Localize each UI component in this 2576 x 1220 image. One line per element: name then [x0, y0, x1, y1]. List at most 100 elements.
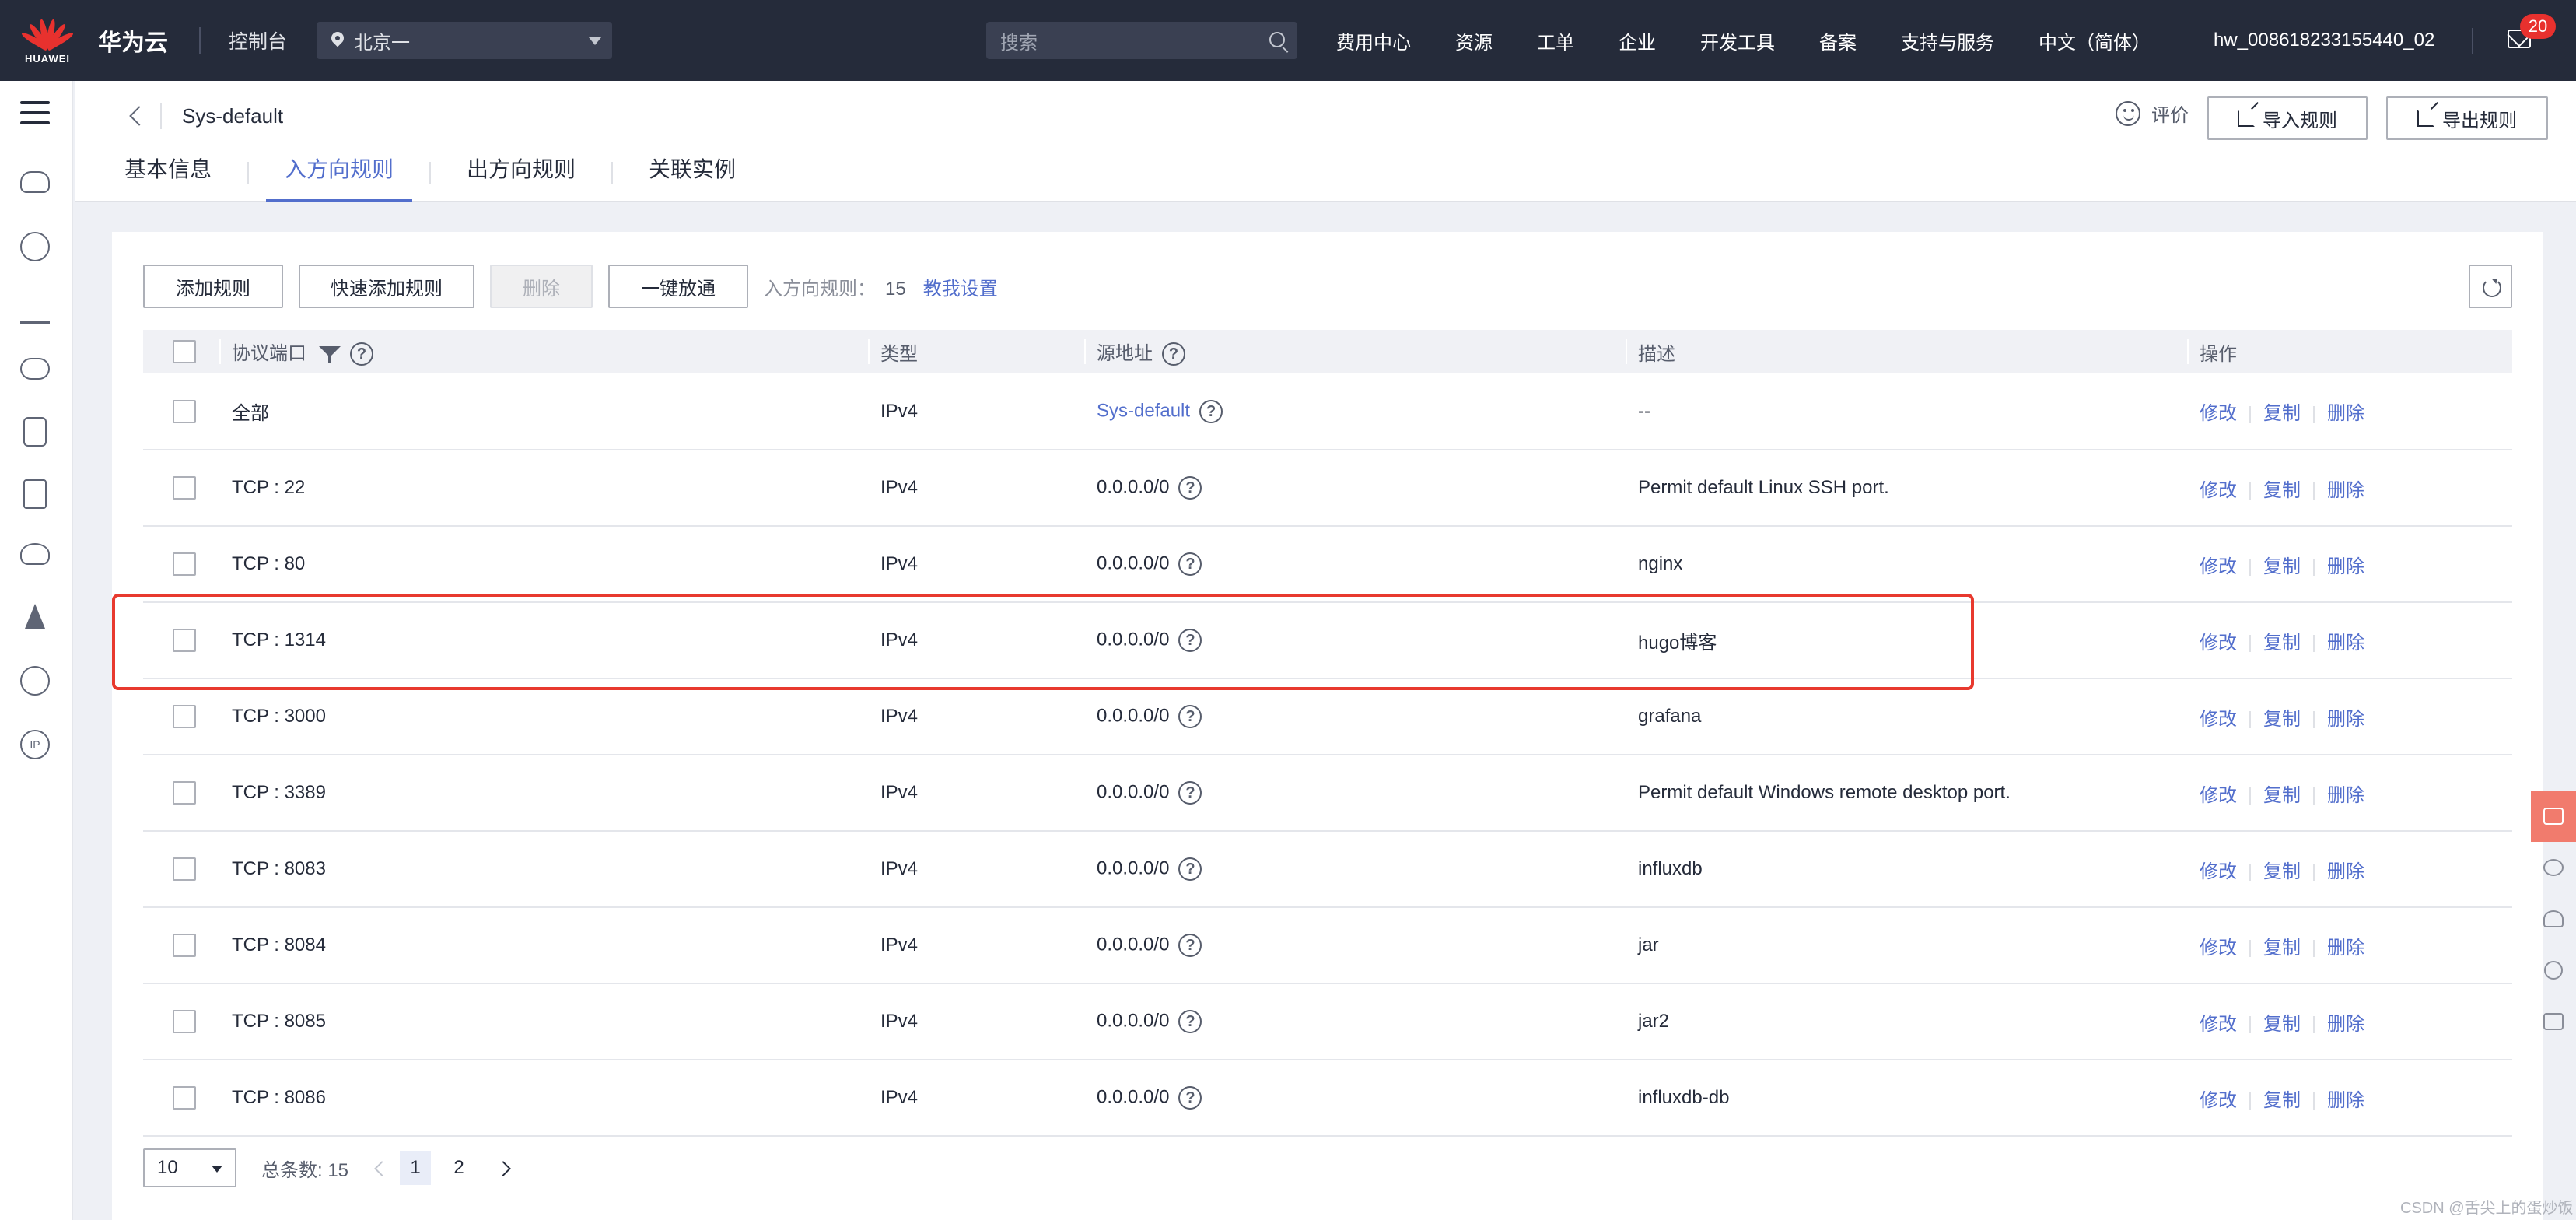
refresh-icon[interactable]	[2469, 265, 2512, 308]
help-icon[interactable]: ?	[1162, 342, 1185, 366]
user-account[interactable]: hw_008618233155440_02	[2214, 30, 2434, 51]
modify-link[interactable]: 修改	[2200, 938, 2237, 959]
delete-link[interactable]: 删除	[2327, 1014, 2364, 1035]
cloud-server-icon[interactable]	[20, 171, 50, 193]
database-icon[interactable]	[20, 358, 50, 380]
allow-all-button[interactable]: 一键放通	[608, 265, 748, 308]
copy-link[interactable]: 复制	[2263, 480, 2301, 501]
console-link[interactable]: 控制台	[229, 26, 287, 54]
delete-link[interactable]: 删除	[2327, 480, 2364, 501]
copy-link[interactable]: 复制	[2263, 1090, 2301, 1111]
tab-inbound-rules[interactable]: 入方向规则	[266, 159, 413, 202]
row-checkbox[interactable]	[173, 399, 196, 423]
cluster-icon[interactable]	[20, 232, 50, 261]
help-icon[interactable]: ?	[350, 342, 373, 366]
page-1[interactable]: 1	[400, 1151, 432, 1185]
modify-link[interactable]: 修改	[2200, 480, 2237, 501]
modify-link[interactable]: 修改	[2200, 403, 2237, 424]
cloud-monitor-icon[interactable]	[20, 543, 50, 565]
delete-link[interactable]: 删除	[2327, 861, 2364, 882]
row-checkbox[interactable]	[173, 857, 196, 881]
storage-icon[interactable]	[23, 417, 47, 447]
search-icon[interactable]	[1269, 32, 1285, 47]
feedback-tool[interactable]	[2531, 996, 2576, 1047]
deploy-icon[interactable]	[20, 602, 50, 632]
modify-link[interactable]: 修改	[2200, 1014, 2237, 1035]
region-selector[interactable]: 北京一	[317, 22, 613, 59]
help-setup-link[interactable]: 教我设置	[923, 273, 998, 300]
row-checkbox[interactable]	[173, 552, 196, 576]
rate-feedback[interactable]: 评价	[2116, 100, 2189, 127]
tab-associated-instances[interactable]: 关联实例	[630, 159, 754, 202]
menu-icon[interactable]	[20, 101, 50, 124]
next-page-icon[interactable]	[498, 1160, 513, 1176]
nav-billing[interactable]: 费用中心	[1336, 27, 1411, 54]
modify-link[interactable]: 修改	[2200, 633, 2237, 654]
nav-enterprise[interactable]: 企业	[1619, 27, 1656, 54]
modify-link[interactable]: 修改	[2200, 556, 2237, 577]
add-rule-button[interactable]: 添加规则	[143, 265, 283, 308]
help-icon[interactable]: ?	[1178, 1086, 1202, 1110]
delete-link[interactable]: 删除	[2327, 938, 2364, 959]
nav-support[interactable]: 支持与服务	[1901, 27, 1994, 54]
delete-button[interactable]: 删除	[490, 265, 593, 308]
row-checkbox[interactable]	[173, 629, 196, 652]
row-checkbox[interactable]	[173, 781, 196, 805]
filter-icon[interactable]	[319, 343, 341, 365]
copy-link[interactable]: 复制	[2263, 403, 2301, 424]
quick-add-rule-button[interactable]: 快速添加规则	[299, 265, 474, 308]
delete-link[interactable]: 删除	[2327, 403, 2364, 424]
copy-link[interactable]: 复制	[2263, 861, 2301, 882]
help-icon[interactable]: ?	[1178, 934, 1202, 957]
help-icon[interactable]: ?	[1178, 857, 1202, 881]
row-checkbox[interactable]	[173, 476, 196, 500]
huawei-logo[interactable]: HUAWEI	[17, 9, 78, 72]
nav-tickets[interactable]: 工单	[1537, 27, 1574, 54]
nav-resources[interactable]: 资源	[1455, 27, 1493, 54]
copy-link[interactable]: 复制	[2263, 938, 2301, 959]
modify-link[interactable]: 修改	[2200, 861, 2237, 882]
globe-icon[interactable]	[20, 666, 50, 696]
delete-link[interactable]: 删除	[2327, 1090, 2364, 1111]
delete-link[interactable]: 删除	[2327, 556, 2364, 577]
delete-link[interactable]: 删除	[2327, 709, 2364, 730]
modify-link[interactable]: 修改	[2200, 709, 2237, 730]
network-icon[interactable]	[20, 294, 50, 324]
help-icon[interactable]: ?	[1178, 552, 1202, 576]
help-icon[interactable]: ?	[1178, 629, 1202, 652]
support-tool[interactable]	[2531, 893, 2576, 945]
prev-page-icon[interactable]	[372, 1160, 387, 1176]
row-checkbox[interactable]	[173, 705, 196, 728]
tab-basic-info[interactable]: 基本信息	[124, 159, 230, 202]
back-arrow-icon[interactable]	[124, 104, 148, 128]
page-2[interactable]: 2	[443, 1151, 474, 1185]
help-icon[interactable]: ?	[1178, 705, 1202, 728]
help-icon[interactable]: ?	[1178, 476, 1202, 500]
row-checkbox[interactable]	[173, 1086, 196, 1110]
page-size-select[interactable]: 10	[143, 1148, 236, 1187]
help-icon[interactable]: ?	[1178, 1010, 1202, 1033]
nav-icp[interactable]: 备案	[1819, 27, 1857, 54]
import-rules-button[interactable]: 导入规则	[2207, 96, 2368, 140]
assistant-tool[interactable]	[2531, 842, 2576, 893]
source-value[interactable]: Sys-default	[1097, 400, 1190, 421]
delete-link[interactable]: 删除	[2327, 633, 2364, 654]
chat-tool[interactable]	[2531, 791, 2576, 842]
copy-link[interactable]: 复制	[2263, 556, 2301, 577]
copy-link[interactable]: 复制	[2263, 785, 2301, 806]
copy-link[interactable]: 复制	[2263, 1014, 2301, 1035]
help-icon[interactable]: ?	[1199, 399, 1223, 423]
select-all-checkbox[interactable]	[173, 340, 196, 363]
ip-icon[interactable]: IP	[20, 730, 50, 759]
help-icon[interactable]: ?	[1178, 781, 1202, 805]
brand-name[interactable]: 华为云	[98, 23, 168, 58]
delete-link[interactable]: 删除	[2327, 785, 2364, 806]
nav-devtools[interactable]: 开发工具	[1700, 27, 1775, 54]
modify-link[interactable]: 修改	[2200, 785, 2237, 806]
copy-link[interactable]: 复制	[2263, 633, 2301, 654]
document-icon[interactable]	[23, 479, 47, 509]
row-checkbox[interactable]	[173, 1010, 196, 1033]
export-rules-button[interactable]: 导出规则	[2386, 96, 2548, 140]
global-search-input[interactable]: 搜索	[986, 22, 1297, 59]
modify-link[interactable]: 修改	[2200, 1090, 2237, 1111]
